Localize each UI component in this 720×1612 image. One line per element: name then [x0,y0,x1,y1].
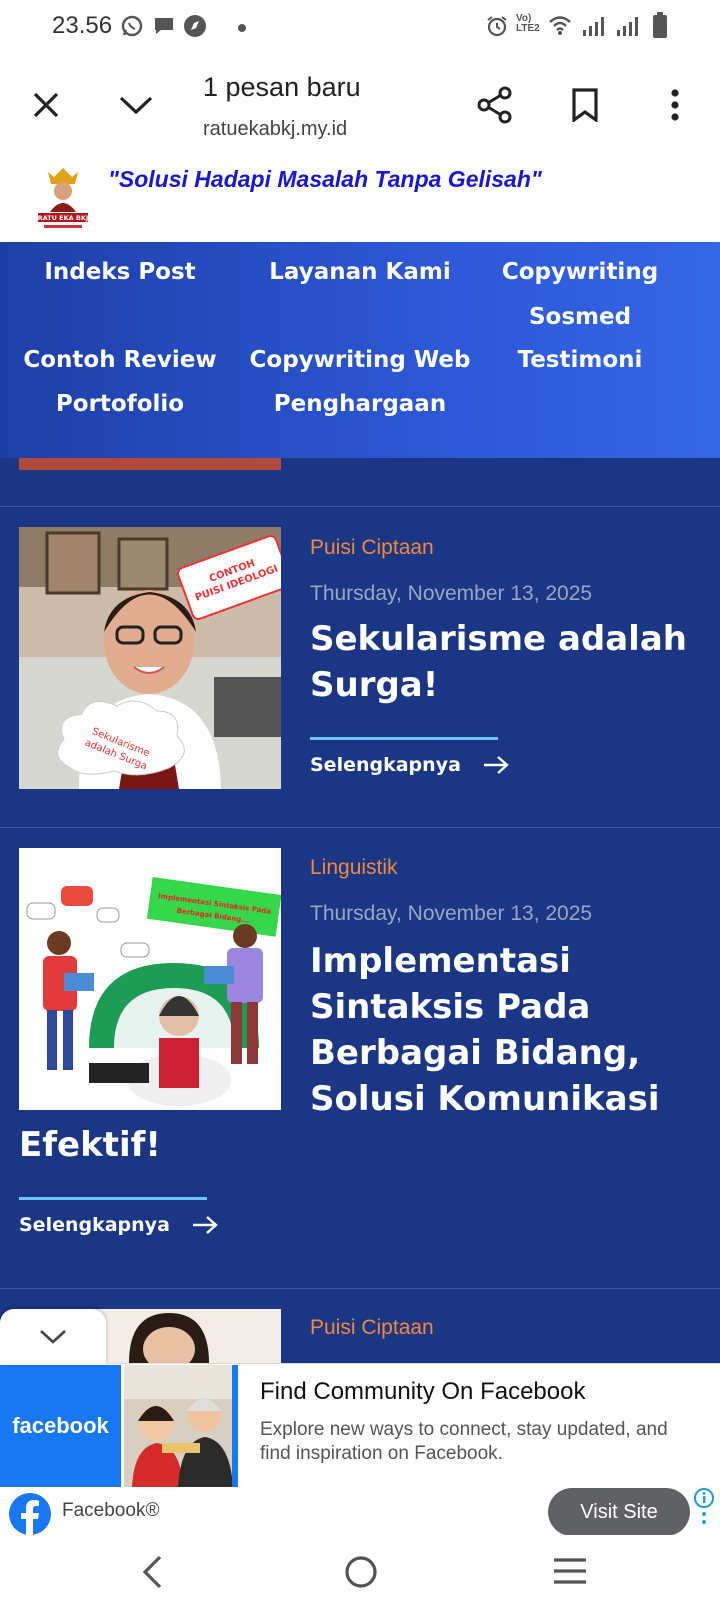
site-logo[interactable]: RATU EKA BKJ [36,166,90,232]
ad-body: Explore new ways to connect, stay update… [260,1419,668,1464]
recent-apps-icon[interactable] [552,1557,588,1585]
more-vertical-icon [671,89,679,121]
chevron-down-icon [40,1330,66,1344]
compass-icon [183,14,207,43]
browser-toolbar: 1 pesan baru ratuekabkj.my.id [0,52,720,159]
arrow-right-icon [192,1216,218,1234]
nav-item-layanan-kami[interactable]: Layanan Kami [240,250,480,295]
visit-site-button[interactable]: Visit Site [548,1488,690,1536]
facebook-logo-tile: facebook [0,1365,121,1487]
bookmark-button[interactable] [555,52,615,158]
logo-text: RATU EKA BKJ [38,214,89,222]
share-icon [477,86,512,124]
post-title-line: Efektif! [19,1125,161,1165]
lte-label: LTE2 [516,23,540,34]
nav-item-copywriting-web[interactable]: Copywriting Web [240,338,480,383]
ad-brand-wordmark: facebook [12,1413,109,1438]
status-time: 23.56 [52,12,113,39]
post-divider [0,827,720,828]
message-icon [152,14,176,43]
more-options-button[interactable] [645,52,705,158]
notification-dot-icon [237,20,247,38]
share-button[interactable] [465,52,525,158]
signal-icon-2 [616,16,640,41]
nav-item-penghargaan[interactable]: Penghargaan [240,382,480,427]
nav-item-testimoni[interactable]: Testimoni [480,338,680,383]
read-more-link[interactable]: Selengkapnya [310,754,509,776]
ad-info-icon[interactable] [692,1488,716,1532]
nav-item-contoh-review[interactable]: Contoh Review [0,338,240,383]
post-thumbnail[interactable]: Implementasi Sintaksis Pada Berbagai Bid… [19,848,281,1110]
ad-footer: Facebook® Visit Site [0,1488,720,1536]
facebook-ad-banner[interactable]: facebook Find Community On Facebook Expl… [0,1363,720,1536]
more-underline [19,1197,207,1200]
status-bar: 23.56 Vo) LTE2 [0,0,720,52]
read-more-label: Selengkapnya [310,754,461,776]
post-category-link[interactable]: Linguistik [310,856,398,880]
volte-icon: Vo) LTE2 [516,13,540,34]
post-title-line: Sintaksis Pada [310,987,591,1027]
nav-item-portofolio[interactable]: Portofolio [0,382,240,427]
ad-headline[interactable]: Find Community On Facebook [260,1378,585,1406]
page-notification-title: 1 pesan baru [203,72,361,102]
site-tagline: "Solusi Hadapi Masalah Tanpa Gelisah" [108,166,542,192]
post-date: Thursday, November 13, 2025 [310,582,593,605]
arrow-right-icon [483,756,509,774]
post-list: CONTOH PUISI IDEOLOGI Sekularisme adalah… [0,458,720,1363]
back-icon[interactable] [140,1555,164,1589]
system-navigation-bar [0,1535,720,1612]
nav-item-indeks-post[interactable]: Indeks Post [0,250,240,295]
collapse-sheet-button[interactable] [106,52,166,158]
post-date: Thursday, November 13, 2025 [310,902,593,925]
bookmark-icon [572,88,598,122]
chevron-down-icon [119,96,153,115]
home-icon[interactable] [344,1555,378,1589]
post-thumbnail[interactable]: CONTOH PUISI IDEOLOGI Sekularisme adalah… [19,527,281,789]
wifi-icon [548,14,572,41]
post-title-link[interactable]: Sekularisme adalah Surga! [310,616,700,708]
site-header: RATU EKA BKJ "Solusi Hadapi Masalah Tanp… [0,158,720,242]
previous-post-thumbnail[interactable] [19,458,281,470]
whatsapp-icon [120,14,144,43]
signal-icon-1 [582,16,606,41]
nav-item-copywriting-sosmed[interactable]: Copywriting Sosmed [480,250,680,340]
more-underline [310,737,498,740]
ad-image [124,1365,238,1487]
battery-icon [652,12,668,43]
post-title-line: Berbagai Bidang, [310,1033,641,1073]
post-illustration-image: Implementasi Sintaksis Pada Berbagai Bid… [19,848,281,1110]
post-title-line: Solusi Komunikasi [310,1079,660,1119]
alarm-icon [485,14,509,43]
ad-collapse-button[interactable] [0,1309,106,1365]
post-divider [0,1288,720,1289]
read-more-label: Selengkapnya [19,1214,170,1236]
read-more-link[interactable]: Selengkapnya [19,1214,218,1236]
post-photo-image: CONTOH PUISI IDEOLOGI Sekularisme adalah… [19,527,281,789]
post-divider [0,506,720,507]
post-title-line: Implementasi [310,941,571,981]
url-label: ratuekabkj.my.id [203,118,348,140]
close-icon [33,92,59,118]
facebook-icon [9,1493,51,1536]
post-category-link[interactable]: Puisi Ciptaan [310,1316,434,1340]
close-button[interactable] [16,52,76,158]
ad-advertiser-name: Facebook® [62,1500,160,1521]
main-navigation: Indeks Post Layanan Kami Copywriting Sos… [0,242,720,458]
post-category-link[interactable]: Puisi Ciptaan [310,536,434,560]
